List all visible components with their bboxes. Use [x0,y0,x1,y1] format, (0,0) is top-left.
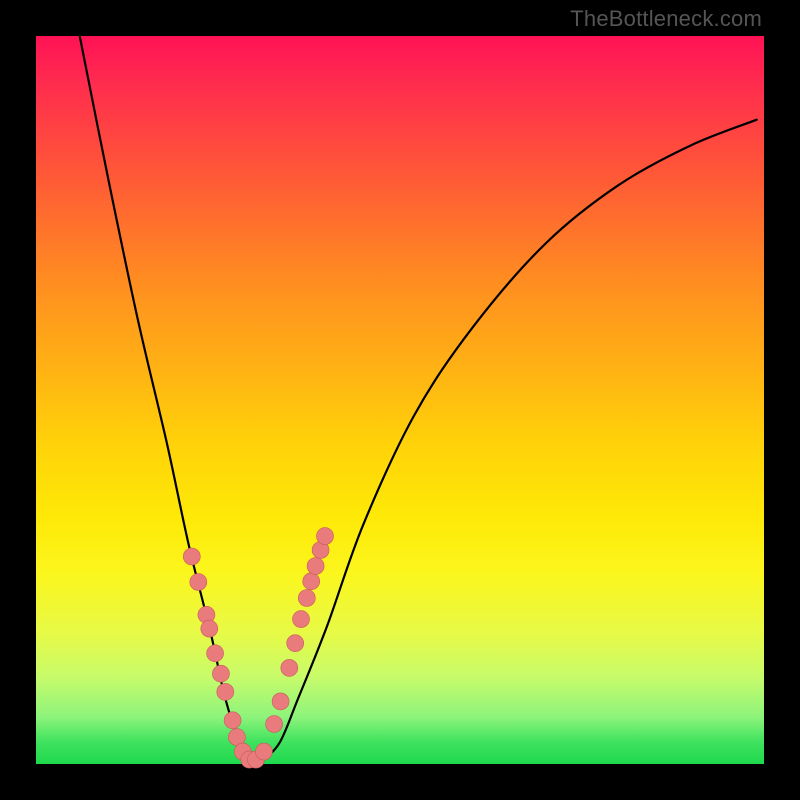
marker-point [255,743,272,760]
marker-point [212,665,229,682]
bottleneck-curve [80,36,757,763]
marker-point [287,635,304,652]
marker-point [201,620,218,637]
marker-point [217,683,234,700]
curve-layer [36,36,764,764]
marker-point [272,693,289,710]
plot-area [36,36,764,764]
watermark-text: TheBottleneck.com [570,6,762,32]
marker-point [317,528,334,545]
marker-point [224,712,241,729]
marker-group [183,528,333,769]
marker-point [281,659,298,676]
chart-frame: TheBottleneck.com [0,0,800,800]
marker-point [207,645,224,662]
marker-point [303,573,320,590]
marker-point [298,590,315,607]
marker-point [190,574,207,591]
marker-point [293,611,310,628]
marker-point [307,558,324,575]
marker-point [183,548,200,565]
marker-point [266,716,283,733]
